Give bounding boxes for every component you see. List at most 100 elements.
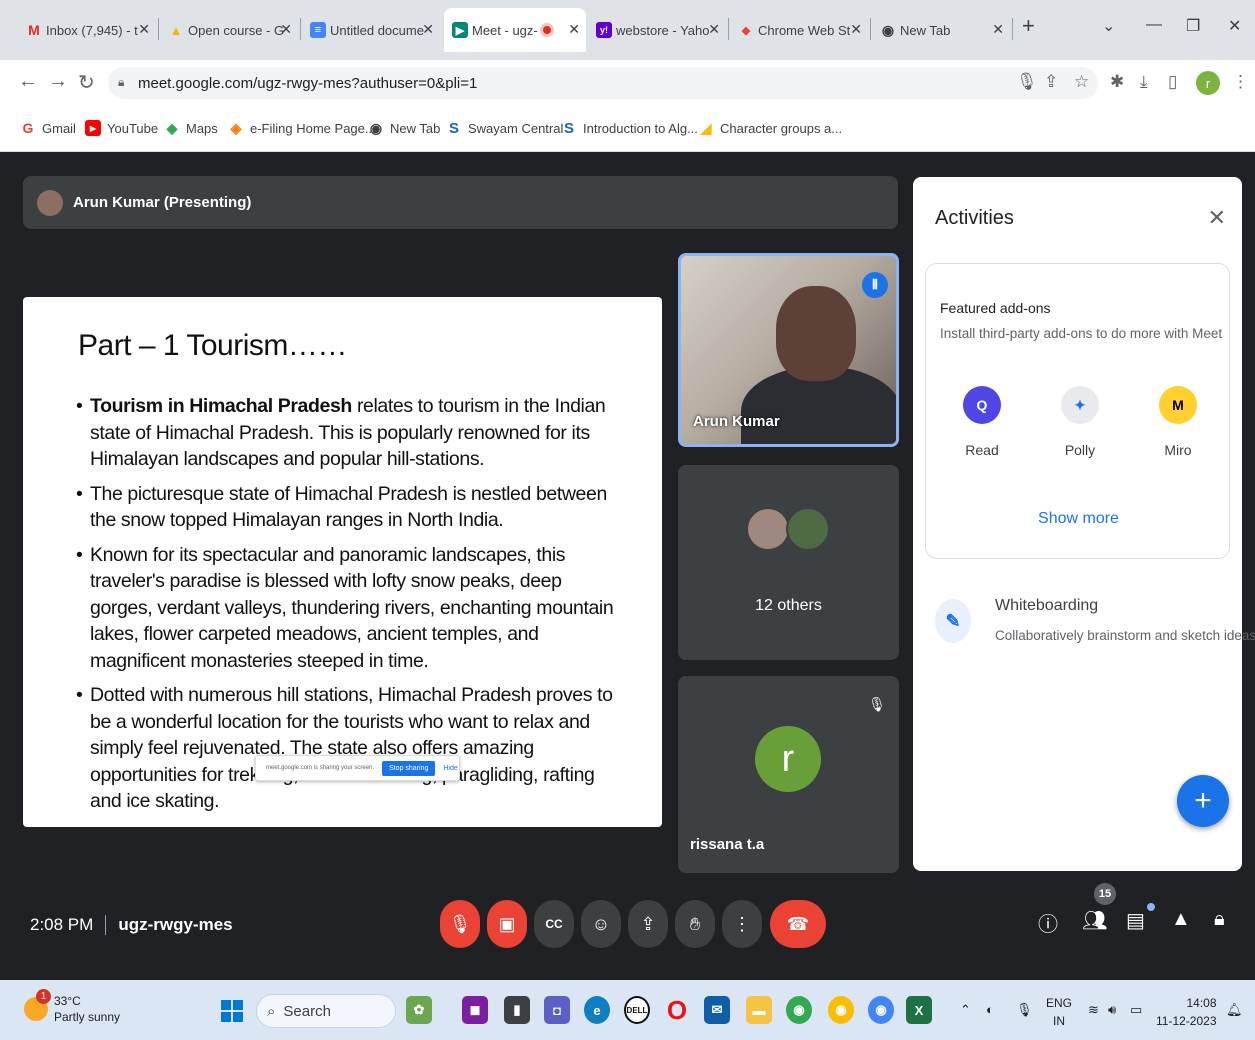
weather-widget[interactable]: 1 33°C Partly sunny xyxy=(24,989,120,1025)
chrome-icon[interactable]: ◉ xyxy=(828,996,854,1024)
video-tile-arun[interactable]: ⦀ Arun Kumar xyxy=(678,253,899,447)
addon-read[interactable]: Q Read xyxy=(952,386,1012,458)
stop-sharing-button[interactable]: Stop sharing xyxy=(382,760,436,776)
bookmark-star-icon[interactable]: ☆ xyxy=(1074,72,1089,92)
show-more-link[interactable]: Show more xyxy=(926,510,1231,528)
chrome-icon[interactable]: ◉ xyxy=(868,996,894,1024)
mic-toggle-button[interactable]: 🎙︎ xyxy=(440,900,480,948)
bookmark-swayam[interactable]: S Swayam Central xyxy=(446,120,563,137)
host-controls-icon[interactable]: 🔒︎ xyxy=(1214,908,1225,931)
close-icon[interactable]: ✕ xyxy=(1208,205,1226,231)
reactions-button[interactable]: ☺ xyxy=(581,900,621,948)
people-icon[interactable]: 👥︎ xyxy=(1082,908,1107,933)
tab-chrome-web-store[interactable]: ◆ Chrome Web St ✕ xyxy=(730,12,868,48)
sidepanel-icon[interactable]: ▯ xyxy=(1168,72,1177,92)
addon-miro[interactable]: M Miro xyxy=(1148,386,1208,458)
profile-avatar[interactable]: r xyxy=(1196,71,1220,95)
wifi-icon[interactable]: ≋ xyxy=(1088,1002,1099,1018)
close-tab-icon[interactable]: ✕ xyxy=(138,21,150,38)
chat-icon[interactable]: ▤ xyxy=(1126,908,1145,933)
back-icon[interactable]: ← xyxy=(18,70,38,93)
minimize-icon[interactable]: — xyxy=(1146,16,1162,34)
panel-title: Activities xyxy=(935,207,1014,229)
participant-tile-rissana[interactable]: 🎙︎ r rissana t.a xyxy=(678,676,899,873)
excel-icon[interactable]: X xyxy=(906,996,932,1024)
addon-polly[interactable]: ✦ Polly xyxy=(1050,386,1110,458)
close-window-icon[interactable]: ✕ xyxy=(1228,16,1241,36)
tab-meet[interactable]: ▶ Meet - ugz- ✕ xyxy=(444,8,586,52)
more-options-button[interactable]: ⋮ xyxy=(722,900,762,948)
mail-icon[interactable]: ✉ xyxy=(704,996,730,1024)
app-icon[interactable]: ◼ xyxy=(462,996,488,1024)
taskbar-search[interactable]: ⌕ Search xyxy=(256,994,396,1028)
edge-icon[interactable]: e xyxy=(584,996,610,1024)
forward-icon[interactable]: → xyxy=(48,70,68,93)
tray-expand-icon[interactable]: ⌃ xyxy=(960,1002,971,1018)
others-tile[interactable]: 12 others xyxy=(678,465,899,660)
camera-toggle-button[interactable]: ▣ xyxy=(487,900,527,948)
whiteboarding-item[interactable]: ✎ Whiteboarding Collaboratively brainsto… xyxy=(931,597,1255,657)
notification-bell-icon[interactable]: 🔔︎ xyxy=(1226,1002,1243,1018)
bookmark-character-groups[interactable]: ◢ Character groups a... xyxy=(698,120,843,136)
tab-gmail[interactable]: M Inbox (7,945) - t ✕ xyxy=(18,12,156,48)
bookmark-youtube[interactable]: ▶ YouTube xyxy=(85,120,158,136)
taskview-icon[interactable]: ▮ xyxy=(504,996,530,1024)
presenter-avatar xyxy=(37,190,63,216)
participant-initial-avatar: r xyxy=(755,726,821,792)
teams-icon[interactable]: ◘ xyxy=(544,996,570,1024)
bookmark-new-tab[interactable]: ◉ New Tab xyxy=(368,120,440,136)
sun-icon: 1 xyxy=(24,989,51,1021)
tab-open-course[interactable]: ▲ Open course - G ✕ xyxy=(160,12,298,48)
presentation-slide: Part – 1 Tourism…… Tourism in Himachal P… xyxy=(23,297,662,827)
lock-icon[interactable]: 🔒︎ xyxy=(118,75,124,90)
close-tab-icon[interactable]: ✕ xyxy=(992,21,1004,38)
tab-strip: M Inbox (7,945) - t ✕ ▲ Open course - G … xyxy=(0,0,1255,60)
close-tab-icon[interactable]: ✕ xyxy=(850,21,862,38)
hide-notice-button[interactable]: Hide xyxy=(443,765,457,772)
bookmarks-bar: G Gmail ▶ YouTube ◆ Maps ◈ e-Filing Home Pag… xyxy=(0,106,1255,152)
bookmark-maps[interactable]: ◆ Maps xyxy=(164,120,218,136)
language-indicator[interactable]: ENG IN xyxy=(1046,994,1072,1030)
system-clock[interactable]: 14:08 11-12-2023 xyxy=(1156,994,1217,1030)
close-tab-icon[interactable]: ✕ xyxy=(280,21,292,38)
menu-icon[interactable]: ⋮ xyxy=(1232,72,1249,92)
volume-icon[interactable]: 🔊︎ xyxy=(1108,1002,1116,1018)
close-tab-icon[interactable]: ✕ xyxy=(422,21,434,38)
bookmark-efiling[interactable]: ◈ e-Filing Home Page... xyxy=(228,120,376,136)
tab-new-tab[interactable]: ◉ New Tab ✕ xyxy=(872,12,1010,48)
chrome-icon[interactable]: ◉ xyxy=(786,996,812,1024)
download-icon[interactable]: ⤓ xyxy=(1140,72,1148,92)
close-tab-icon[interactable]: ✕ xyxy=(708,21,720,38)
slide-bullets: Tourism in Himachal Pradesh relates to t… xyxy=(76,393,622,815)
close-tab-icon[interactable]: ✕ xyxy=(568,21,580,38)
opera-icon[interactable]: O xyxy=(664,995,690,1025)
add-activity-button[interactable]: + xyxy=(1177,775,1229,827)
reload-icon[interactable]: ↻ xyxy=(78,70,95,95)
bookmark-intro-alg[interactable]: S Introduction to Alg... xyxy=(561,120,698,137)
mic-icon[interactable]: 🎙︎ xyxy=(1016,72,1038,92)
raise-hand-button[interactable]: ✋︎ xyxy=(675,900,715,948)
share-icon[interactable]: ⇪ xyxy=(1044,72,1058,92)
restore-icon[interactable]: ❐ xyxy=(1186,16,1200,36)
meeting-info: 2:08 PM ugz-rwgy-mes xyxy=(30,915,233,935)
dell-icon[interactable]: DELL xyxy=(624,996,650,1024)
tray-mic-icon[interactable]: 🎙︎ xyxy=(1016,1002,1033,1018)
tab-untitled-doc[interactable]: ≡ Untitled docume ✕ xyxy=(302,12,440,48)
tab-search-icon[interactable]: ⌄ xyxy=(1102,16,1115,36)
widgets-icon[interactable]: ✿ xyxy=(406,996,432,1024)
mic-off-icon: 🎙︎ xyxy=(868,696,886,712)
windows-start-icon[interactable] xyxy=(221,1000,243,1022)
tab-yahoo[interactable]: y! webstore - Yaho ✕ xyxy=(588,12,726,48)
address-bar[interactable]: 🔒︎ meet.google.com/ugz-rwgy-mes?authuser… xyxy=(108,67,1098,99)
bookmark-gmail[interactable]: G Gmail xyxy=(20,120,76,136)
leave-call-button[interactable]: ☎︎ xyxy=(770,900,826,948)
captions-button[interactable]: CC xyxy=(534,900,574,948)
activities-icon[interactable]: ▲ xyxy=(1171,908,1191,931)
file-explorer-icon[interactable]: ▬ xyxy=(746,996,772,1024)
extensions-icon[interactable]: ✱ xyxy=(1110,72,1124,92)
tray-app-icon[interactable]: ◐ xyxy=(986,1002,994,1017)
new-tab-button[interactable]: + xyxy=(1022,13,1035,39)
present-button[interactable]: ⇪ xyxy=(628,900,668,948)
meeting-details-icon[interactable]: ⓘ xyxy=(1038,908,1058,937)
battery-icon[interactable]: ▭ xyxy=(1130,1002,1142,1018)
